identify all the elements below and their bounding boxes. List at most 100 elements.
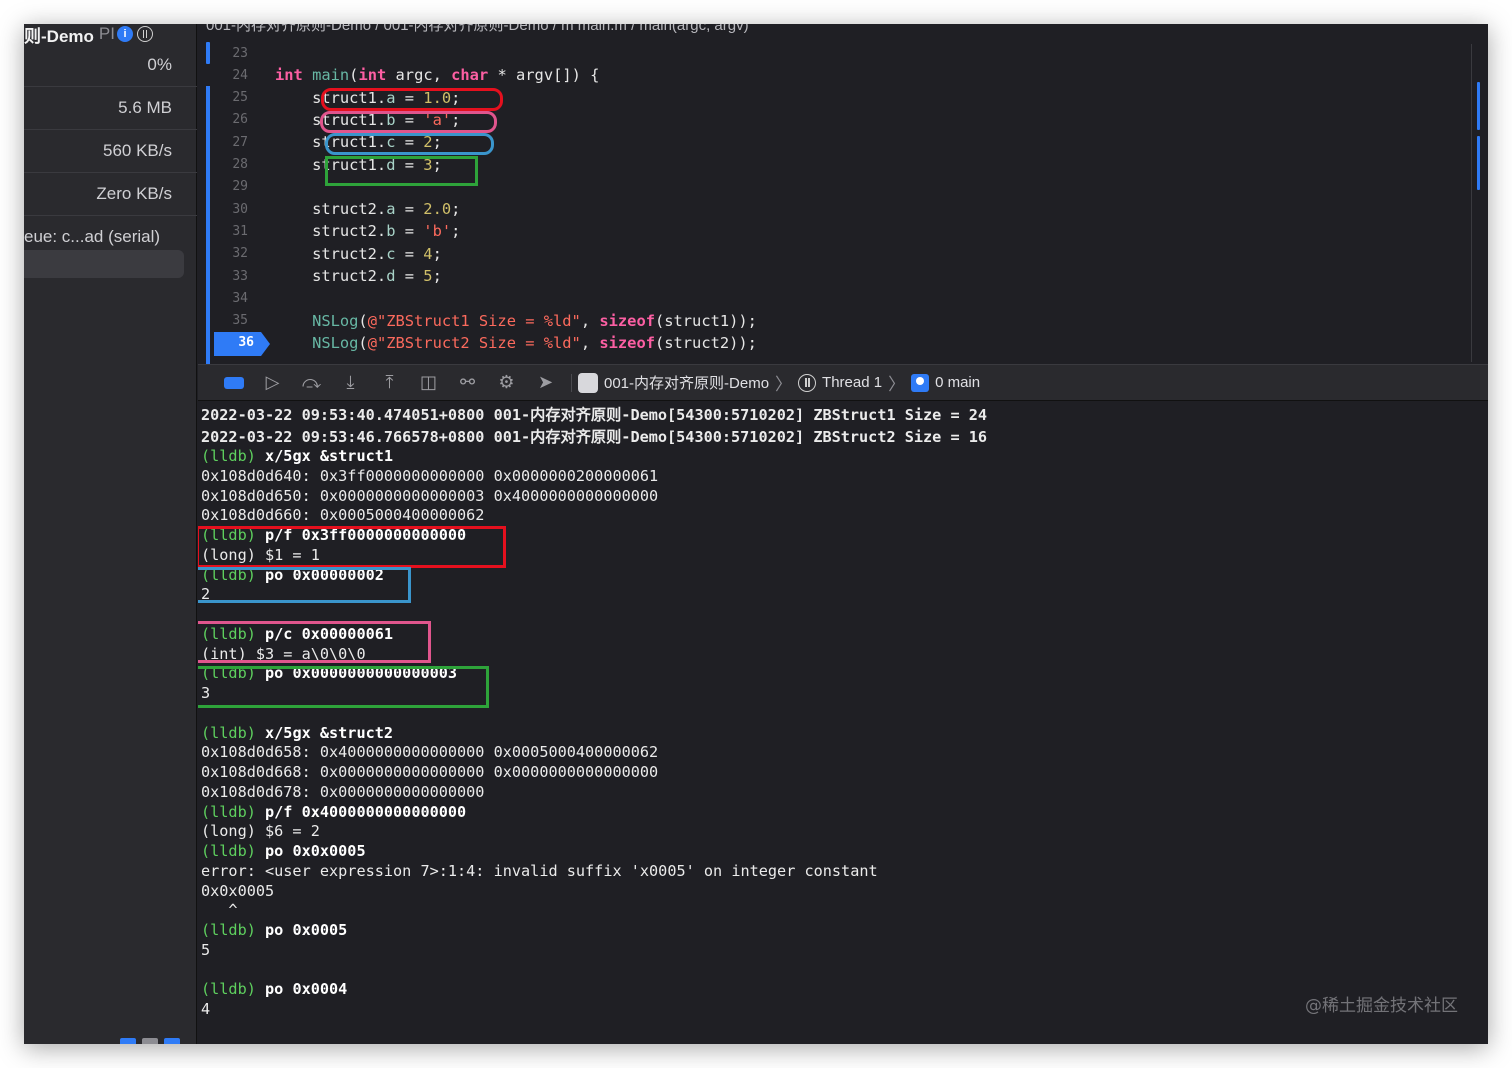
- continue-icon: ▷: [265, 372, 280, 393]
- command-text: po 0x0004: [255, 980, 348, 999]
- console-command: (lldb) p/f 0x4000000000000000: [201, 803, 466, 821]
- code-line[interactable]: 31 struct2.b = 'b';: [198, 220, 1488, 242]
- frame-name[interactable]: 0 main: [935, 374, 980, 391]
- output-text: 0x108d0d640: 0x3ff0000000000000 0x000000…: [201, 466, 659, 485]
- disk-gauge[interactable]: 560 KB/s: [24, 130, 197, 173]
- line-number[interactable]: 33: [198, 269, 248, 284]
- console-output-line: 2022-03-22 09:53:46.766578+0800 001-内存对齐…: [201, 425, 987, 447]
- command-text: po 0x0x0005: [255, 842, 366, 860]
- code-line[interactable]: 23: [198, 42, 1488, 64]
- step-into-button[interactable]: ⤓: [331, 364, 370, 401]
- thread-name[interactable]: Thread 1: [822, 374, 882, 391]
- cpu-gauge[interactable]: 0%: [24, 44, 197, 87]
- console-output-line: 0x108d0d660: 0x0005000400000062: [201, 506, 484, 524]
- code-text: struct2.a = 2.0;: [275, 200, 461, 219]
- code-line[interactable]: 32 struct2.c = 4;: [198, 243, 1488, 265]
- output-text: (long) $6 = 2: [201, 822, 320, 841]
- scrollbar[interactable]: [1471, 44, 1472, 362]
- step-out-button[interactable]: ⤒: [370, 364, 409, 401]
- output-text: 2022-03-22 09:53:46.766578+0800 001-内存对齐…: [201, 428, 988, 446]
- output-text: 0x108d0d668: 0x0000000000000000 0x000000…: [201, 763, 659, 781]
- selected-frame-row[interactable]: [24, 250, 184, 278]
- line-number[interactable]: 31: [198, 224, 248, 239]
- debug-bar: ▷ ⤼ ⤓ ⤒ ◫ ⚯ ⚙ ➤ 001-内存对齐原则-Demo 〉 Thread…: [198, 364, 1488, 401]
- chevron-right-icon: 〉: [888, 375, 906, 394]
- navigator-filter-bar: [120, 1038, 180, 1044]
- filter-icon[interactable]: [120, 1038, 136, 1044]
- info-icon[interactable]: i: [116, 26, 133, 42]
- console-output-line: 4: [201, 1000, 210, 1018]
- code-text: struct2.c = 4;: [275, 244, 442, 263]
- process-title[interactable]: 则-Demo PI i: [24, 24, 197, 44]
- console-output-line: 0x108d0d678: 0x0000000000000000: [201, 783, 484, 801]
- command-text: po 0x0005: [255, 921, 348, 939]
- console-output-line: error: <user expression 7>:1:4: invalid …: [201, 862, 878, 880]
- memory-graph-button[interactable]: ⚯: [448, 364, 487, 401]
- line-number[interactable]: 26: [198, 112, 248, 127]
- line-number[interactable]: 23: [198, 46, 248, 61]
- annotation-box-blue: [325, 133, 494, 155]
- continue-button[interactable]: ▷: [253, 364, 292, 401]
- lldb-prompt: (lldb): [201, 802, 256, 821]
- line-number[interactable]: 34: [198, 291, 248, 306]
- code-text: struct2.d = 5;: [275, 267, 442, 285]
- annotation-box-red: [198, 526, 506, 568]
- line-number[interactable]: 25: [198, 90, 248, 105]
- debug-breadcrumb[interactable]: 001-内存对齐原则-Demo 〉 Thread 1 〉 0 main: [578, 370, 980, 395]
- line-number[interactable]: 35: [198, 313, 248, 328]
- console-command: (lldb) po 0x0005: [201, 921, 347, 939]
- options-icon[interactable]: [142, 1038, 158, 1044]
- simulate-location-button[interactable]: ➤: [526, 364, 565, 401]
- step-over-icon: ⤼: [301, 372, 322, 393]
- code-line[interactable]: 34: [198, 287, 1488, 309]
- console-output-line: 0x108d0d640: 0x3ff0000000000000 0x000000…: [201, 467, 658, 485]
- line-number[interactable]: 29: [198, 179, 248, 194]
- view-hierarchy-button[interactable]: ◫: [409, 364, 448, 401]
- code-line[interactable]: 33 struct2.d = 5;: [198, 265, 1488, 287]
- code-line[interactable]: 36 NSLog(@"ZBStruct2 Size = %ld", sizeof…: [198, 332, 1488, 354]
- queue-label: eue: c...ad (serial): [24, 226, 161, 246]
- environment-overrides-button[interactable]: ⚙: [487, 364, 526, 401]
- code-line[interactable]: 35 NSLog(@"ZBStruct1 Size = %ld", sizeof…: [198, 310, 1488, 332]
- lldb-prompt: (lldb): [201, 842, 256, 860]
- lldb-prompt: (lldb): [201, 980, 256, 999]
- step-out-icon: ⤒: [385, 372, 394, 393]
- thread-icon: [798, 373, 817, 392]
- process-name: 则-Demo: [24, 26, 94, 45]
- line-number[interactable]: 27: [198, 135, 248, 150]
- breakpoints-toggle-button[interactable]: [214, 364, 253, 401]
- divider: [571, 373, 572, 392]
- disk-value: 560 KB/s: [103, 141, 172, 160]
- console-output-line: 0x108d0d650: 0x0000000000000003 0x400000…: [201, 487, 658, 505]
- location-arrow-icon: ➤: [537, 372, 554, 393]
- line-number[interactable]: 32: [198, 246, 248, 261]
- lldb-console[interactable]: 2022-03-22 09:53:40.474051+0800 001-内存对齐…: [198, 401, 1488, 1044]
- view-icon[interactable]: [164, 1038, 180, 1044]
- output-text: 0x108d0d660: 0x0005000400000062: [201, 506, 485, 525]
- watermark: @稀土掘金技术社区: [1305, 996, 1458, 1016]
- source-editor[interactable]: 001-内存对齐原则-Demo / 001-内存对齐原则-Demo / m ma…: [198, 24, 1488, 364]
- annotation-box-green: [198, 666, 489, 708]
- view-hierarchy-icon: ◫: [419, 372, 437, 393]
- command-text: p/f 0x4000000000000000: [255, 802, 467, 821]
- breadcrumb[interactable]: 001-内存对齐原则-Demo / 001-内存对齐原则-Demo / m ma…: [206, 24, 1406, 34]
- console-output-line: 0x0x0005: [201, 882, 274, 900]
- debug-navigator: 则-Demo PI i 0% 5.6 MB 560 KB/s Zero KB/s…: [24, 24, 197, 1044]
- network-gauge[interactable]: Zero KB/s: [24, 173, 197, 216]
- lldb-prompt: (lldb): [201, 921, 256, 939]
- console-output-line: 0x108d0d658: 0x4000000000000000 0x000500…: [201, 743, 658, 761]
- line-number[interactable]: 30: [198, 202, 248, 217]
- console-command: (lldb) x/5gx &struct1: [201, 447, 393, 465]
- output-text: error: <user expression 7>:1:4: invalid …: [201, 861, 878, 880]
- code-line[interactable]: 30 struct2.a = 2.0;: [198, 198, 1488, 220]
- step-over-button[interactable]: ⤼: [292, 364, 331, 401]
- line-number[interactable]: 24: [198, 68, 248, 83]
- breakpoint-marker[interactable]: 36: [214, 332, 270, 356]
- output-text: 0x108d0d658: 0x4000000000000000 0x000500…: [201, 743, 659, 762]
- app-name[interactable]: 001-内存对齐原则-Demo: [604, 372, 769, 393]
- line-number[interactable]: 28: [198, 157, 248, 172]
- memory-gauge[interactable]: 5.6 MB: [24, 87, 197, 130]
- output-text: 0x108d0d650: 0x0000000000000003 0x400000…: [201, 486, 659, 505]
- code-text: NSLog(@"ZBStruct2 Size = %ld", sizeof(st…: [312, 333, 757, 352]
- code-line[interactable]: 24 int main(int argc, char * argv[]) {: [198, 64, 1488, 86]
